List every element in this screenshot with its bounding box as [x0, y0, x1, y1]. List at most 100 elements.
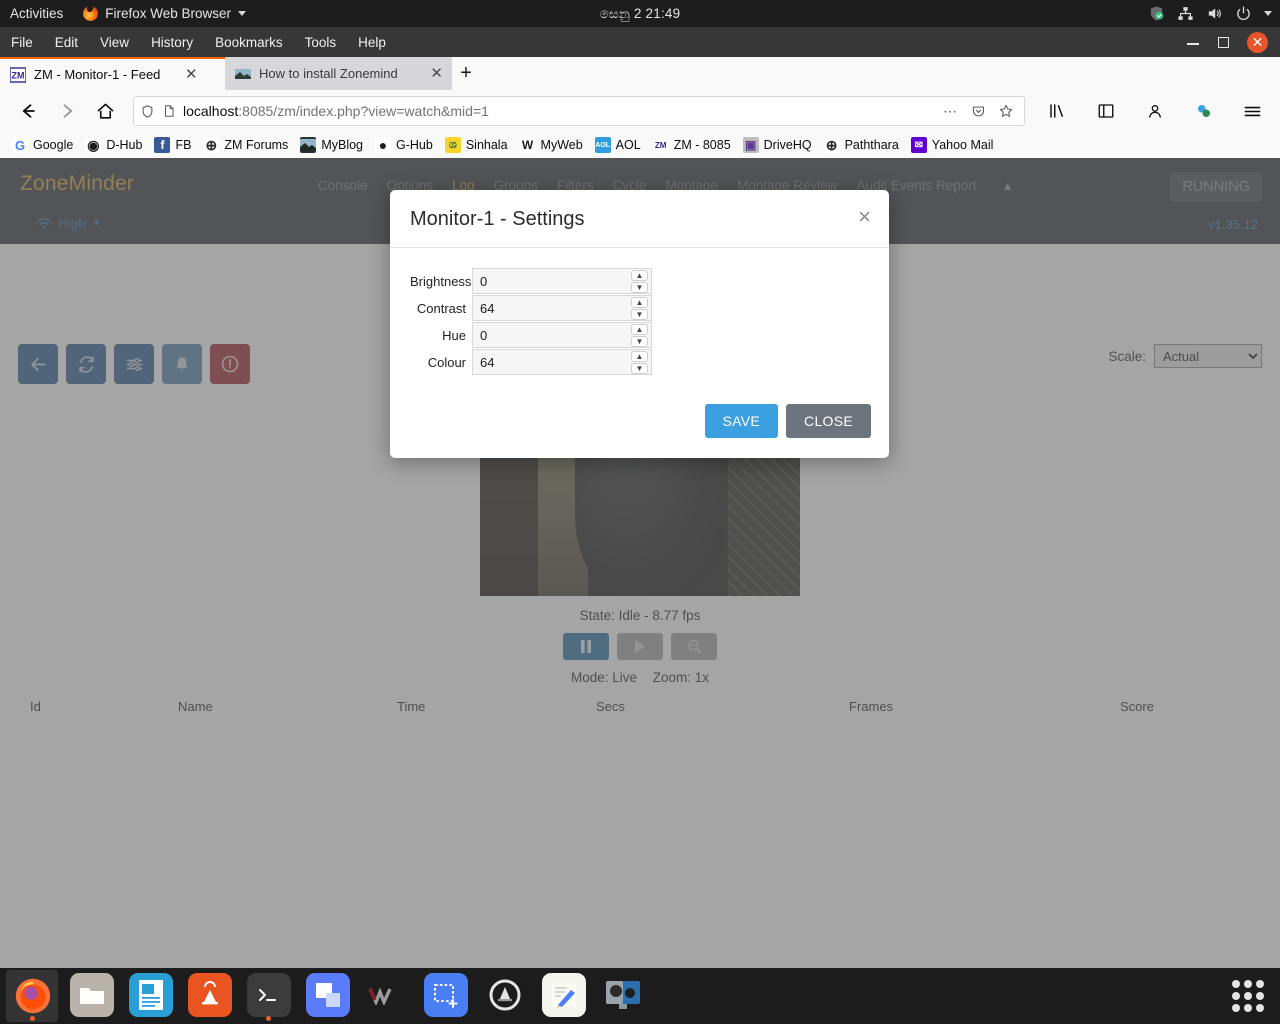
- chevron-down-icon[interactable]: [1264, 11, 1272, 16]
- bookmark-paththara[interactable]: ⊕ Paththara: [818, 135, 905, 155]
- menu-history[interactable]: History: [140, 32, 204, 53]
- bookmark-g-hub[interactable]: ● G-Hub: [369, 135, 439, 155]
- show-applications-button[interactable]: [1232, 980, 1264, 1012]
- dock-screenshot[interactable]: [419, 970, 471, 1022]
- brightness-input[interactable]: [473, 269, 627, 293]
- page-actions-icon[interactable]: ⋯: [943, 103, 959, 120]
- dock-ubuntu-software[interactable]: [183, 970, 235, 1022]
- save-button[interactable]: SAVE: [704, 404, 779, 438]
- dialog-header: Monitor-1 - Settings ×: [390, 190, 889, 248]
- new-tab-button[interactable]: +: [452, 61, 480, 87]
- bookmark-label: DriveHQ: [763, 138, 812, 152]
- contrast-stepper[interactable]: ▲ ▼: [472, 295, 652, 321]
- minimize-button[interactable]: [1186, 35, 1200, 49]
- account-icon[interactable]: [1138, 95, 1171, 128]
- colour-decrement-icon[interactable]: ▼: [631, 363, 648, 374]
- menu-tools[interactable]: Tools: [294, 32, 348, 53]
- page-icon: [165, 105, 174, 117]
- chevron-down-icon: [238, 11, 247, 16]
- bookmark-myblog[interactable]: MyBlog: [294, 135, 369, 155]
- tab-title: How to install Zonemind: [259, 66, 398, 81]
- bookmark-label: AOL: [615, 138, 641, 152]
- power-icon: [1237, 6, 1250, 21]
- forward-button[interactable]: [50, 95, 83, 128]
- bookmark-google[interactable]: G Google: [6, 135, 79, 155]
- colour-input[interactable]: [473, 350, 627, 374]
- url-bar[interactable]: localhost:8085/zm/index.php?view=watch&m…: [133, 96, 1025, 126]
- bookmark-myweb[interactable]: W MyWeb: [514, 135, 589, 155]
- brightness-decrement-icon[interactable]: ▼: [631, 282, 648, 293]
- contrast-input[interactable]: [473, 296, 627, 320]
- bookmark-d-hub[interactable]: ◉ D-Hub: [79, 135, 148, 155]
- close-window-button[interactable]: ✕: [1247, 31, 1268, 53]
- brightness-stepper[interactable]: ▲ ▼: [472, 268, 652, 294]
- tab-close-icon[interactable]: ✕: [427, 66, 446, 81]
- maximize-button[interactable]: [1218, 36, 1229, 48]
- dock-libreoffice-writer[interactable]: [124, 970, 176, 1022]
- system-tray[interactable]: [1148, 0, 1272, 27]
- colour-increment-icon[interactable]: ▲: [631, 351, 648, 362]
- bookmark-label: ZM - 8085: [673, 138, 731, 152]
- pocket-icon[interactable]: [971, 104, 986, 119]
- bookmark-label: D-Hub: [106, 138, 143, 152]
- tab-close-icon[interactable]: ✕: [182, 67, 201, 82]
- hue-decrement-icon[interactable]: ▼: [631, 336, 648, 347]
- bookmark-zm-forums[interactable]: ⊕ ZM Forums: [197, 135, 294, 155]
- field-row-colour: Colour ▲ ▼: [410, 349, 869, 375]
- dock-software-updater[interactable]: [478, 970, 530, 1022]
- bookmark-star-icon[interactable]: [998, 103, 1014, 119]
- bookmark-label: G-Hub: [396, 138, 433, 152]
- dock-blue-app[interactable]: [301, 970, 353, 1022]
- hue-increment-icon[interactable]: ▲: [631, 324, 648, 335]
- dock-firefox[interactable]: [6, 970, 58, 1022]
- svg-text:ZM: ZM: [12, 70, 25, 80]
- hue-input[interactable]: [473, 323, 627, 347]
- bookmark-sinhala[interactable]: ශ Sinhala: [439, 135, 514, 155]
- tab-how-to-install[interactable]: How to install Zonemind ✕: [225, 57, 452, 90]
- contrast-decrement-icon[interactable]: ▼: [631, 309, 648, 320]
- menu-bookmarks[interactable]: Bookmarks: [204, 32, 294, 53]
- bookmark-drivehq[interactable]: ▣ DriveHQ: [737, 135, 818, 155]
- colour-stepper[interactable]: ▲ ▼: [472, 349, 652, 375]
- app-menu-firefox[interactable]: Firefox Web Browser: [77, 6, 252, 21]
- menu-hamburger-icon[interactable]: [1236, 95, 1269, 128]
- activities-button[interactable]: Activities: [0, 6, 77, 21]
- dock-terminal[interactable]: [242, 970, 294, 1022]
- dock-files[interactable]: [65, 970, 117, 1022]
- library-icon[interactable]: [1040, 95, 1073, 128]
- dock-text-editor[interactable]: [537, 970, 589, 1022]
- url-path: :8085/zm/index.php?view=watch&mid=1: [238, 103, 489, 119]
- bookmark-aol[interactable]: AOL AOL: [589, 135, 647, 155]
- clock[interactable]: සෙනු 2 21:49: [510, 6, 770, 22]
- brightness-label: Brightness: [410, 273, 472, 289]
- media-player-icon: [601, 973, 645, 1017]
- bookmark-label: MyWeb: [540, 138, 583, 152]
- dock-media-player[interactable]: [596, 970, 648, 1022]
- menu-help[interactable]: Help: [347, 32, 397, 53]
- sidebar-icon[interactable]: [1089, 95, 1122, 128]
- bookmark-label: Paththara: [844, 138, 899, 152]
- menu-file[interactable]: File: [0, 32, 44, 53]
- contrast-increment-icon[interactable]: ▲: [631, 297, 648, 308]
- bookmark-fb[interactable]: f FB: [148, 135, 197, 155]
- tab-zm-monitor-feed[interactable]: ZM ZM - Monitor-1 - Feed ✕: [0, 57, 225, 90]
- hue-stepper[interactable]: ▲ ▼: [472, 322, 652, 348]
- colour-label: Colour: [427, 354, 466, 370]
- brightness-increment-icon[interactable]: ▲: [631, 270, 648, 281]
- bookmark-zm-8085[interactable]: ZM ZM - 8085: [647, 135, 737, 155]
- tab-strip: ZM ZM - Monitor-1 - Feed ✕ How to instal…: [0, 57, 1280, 90]
- menu-edit[interactable]: Edit: [44, 32, 89, 53]
- writer-icon: [129, 973, 173, 1017]
- dock-vmware[interactable]: [360, 970, 412, 1022]
- extension-icon[interactable]: [1187, 95, 1220, 128]
- bookmark-yahoo-mail[interactable]: ✉ Yahoo Mail: [905, 135, 1000, 155]
- vmware-icon: [365, 973, 409, 1017]
- d-hub-icon: ◉: [85, 137, 102, 153]
- home-button[interactable]: [89, 95, 122, 128]
- close-icon[interactable]: ×: [858, 206, 871, 228]
- close-button[interactable]: CLOSE: [786, 404, 871, 438]
- menu-view[interactable]: View: [89, 32, 140, 53]
- firefox-icon: [11, 973, 55, 1017]
- back-button[interactable]: [11, 95, 44, 128]
- zm-icon: ZM: [652, 137, 669, 153]
